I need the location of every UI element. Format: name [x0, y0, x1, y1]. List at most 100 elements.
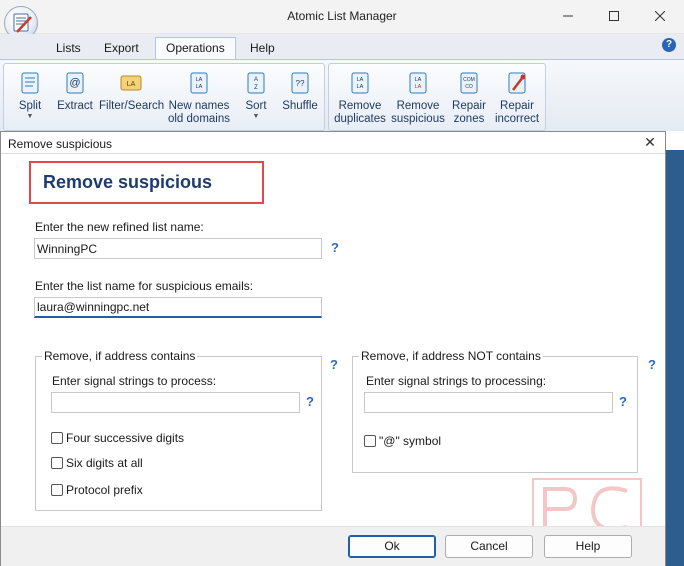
- remove-duplicates-label: Remove: [338, 100, 382, 112]
- repair-incorrect-label: Repair: [500, 100, 534, 112]
- filter-search-button[interactable]: LA Filter/Search: [99, 70, 165, 113]
- title-bar: Atomic List Manager: [0, 0, 684, 40]
- new-names-label: New names: [168, 100, 230, 112]
- ok-button[interactable]: Ok: [348, 535, 436, 558]
- sort-dropdown-icon: ▼: [252, 113, 260, 120]
- four-digits-label: Four successive digits: [66, 431, 185, 445]
- ribbon-group-clean: LA LA Remove duplicates LA LA Remove suspi…: [328, 63, 546, 131]
- close-window-button[interactable]: [637, 0, 683, 32]
- svg-text:COM: COM: [463, 77, 475, 83]
- cancel-button[interactable]: Cancel: [445, 535, 533, 558]
- suspicious-icon: LALA: [409, 72, 427, 94]
- six-digits-label: Six digits at all: [66, 456, 143, 470]
- sort-button[interactable]: AZ Sort ▼: [236, 70, 276, 121]
- repair-incorrect-button[interactable]: Repair incorrect: [491, 70, 543, 126]
- refined-list-label: Enter the new refined list name:: [35, 220, 204, 234]
- contains-signal-label: Enter signal strings to process:: [52, 374, 217, 388]
- not-contains-signal-help-icon[interactable]: ?: [619, 394, 627, 409]
- six-digits-checkbox[interactable]: Six digits at all: [51, 456, 143, 470]
- sort-icon: AZ: [247, 72, 265, 94]
- svg-text:LA: LA: [415, 77, 422, 83]
- suspicious-list-label: Enter the list name for suspicious email…: [35, 279, 254, 293]
- help-button[interactable]: Help: [544, 535, 632, 558]
- svg-text:A: A: [254, 77, 258, 83]
- extract-label: Extract: [57, 100, 93, 112]
- contains-group-title: Remove, if address contains: [42, 349, 198, 363]
- remove-duplicates-button[interactable]: LA LA Remove duplicates: [332, 70, 388, 126]
- svg-text:LA: LA: [357, 84, 364, 90]
- repair-zones-label: Repair: [452, 100, 486, 112]
- dialog-heading: Remove suspicious: [43, 172, 213, 192]
- remove-suspicious-button[interactable]: LA LA Remove suspicious: [390, 70, 446, 126]
- dialog-title: Remove suspicious: [8, 137, 113, 151]
- checkbox-box[interactable]: [51, 432, 63, 444]
- svg-text:LA: LA: [127, 81, 136, 88]
- not-contains-group-help-icon[interactable]: ?: [648, 357, 656, 372]
- menu-operations[interactable]: Operations: [155, 37, 236, 59]
- filter-search-label: Filter/Search: [99, 100, 165, 112]
- new-names-label-2: old domains: [167, 113, 230, 125]
- new-names-button[interactable]: LA LA New names old domains: [167, 70, 231, 126]
- minimize-button[interactable]: [545, 0, 591, 32]
- refined-list-help-icon[interactable]: ?: [331, 240, 339, 255]
- suspicious-list-input[interactable]: [34, 297, 322, 318]
- svg-text:LA: LA: [196, 84, 203, 90]
- svg-text:??: ??: [296, 79, 305, 88]
- svg-text:@: @: [69, 77, 80, 89]
- at-scroll-icon: @: [66, 72, 84, 94]
- contains-signal-help-icon[interactable]: ?: [306, 394, 314, 409]
- remove-duplicates-label-2: duplicates: [334, 113, 386, 125]
- contains-group: Remove, if address contains Enter signal…: [35, 349, 322, 511]
- help-icon[interactable]: ?: [662, 38, 676, 52]
- svg-text:LA: LA: [415, 84, 422, 90]
- repair-icon: [508, 72, 526, 94]
- menu-bar: Lists Export Operations Help: [0, 34, 684, 60]
- shuffle-icon: ??: [291, 72, 309, 94]
- menu-lists[interactable]: Lists: [46, 38, 91, 60]
- heading-highlight-box: Remove suspicious: [29, 161, 264, 204]
- contains-signal-input[interactable]: [51, 392, 300, 413]
- repair-zones-button[interactable]: COM CO Repair zones: [446, 70, 492, 126]
- checkbox-box[interactable]: [51, 484, 63, 496]
- checkbox-box[interactable]: [364, 435, 376, 447]
- protocol-prefix-checkbox[interactable]: Protocol prefix: [51, 483, 143, 497]
- zones-icon: COMCO: [460, 72, 478, 94]
- remove-suspicious-label-2: suspicious: [391, 113, 445, 125]
- not-contains-signal-label: Enter signal strings to processing:: [366, 374, 547, 388]
- svg-text:CO: CO: [465, 84, 473, 90]
- extract-button[interactable]: @ Extract: [53, 70, 97, 113]
- dialog-title-bar: Remove suspicious ✕: [1, 132, 665, 154]
- maximize-button[interactable]: [591, 0, 637, 32]
- at-symbol-label: "@" symbol: [379, 434, 442, 448]
- at-symbol-checkbox[interactable]: "@" symbol: [364, 434, 441, 448]
- shuffle-label: Shuffle: [282, 100, 318, 112]
- svg-text:LA: LA: [196, 77, 203, 83]
- split-dropdown-icon: ▼: [26, 113, 34, 120]
- checkbox-box[interactable]: [51, 457, 63, 469]
- protocol-prefix-label: Protocol prefix: [66, 483, 143, 497]
- repair-zones-label-2: zones: [453, 113, 485, 125]
- split-label: Split: [18, 100, 42, 112]
- not-contains-group-title: Remove, if address NOT contains: [359, 349, 543, 363]
- remove-suspicious-dialog: Remove suspicious ✕ Remove suspicious En…: [0, 131, 666, 566]
- names-scroll-icon: LALA: [190, 72, 208, 94]
- dialog-close-icon[interactable]: ✕: [641, 133, 659, 151]
- svg-text:LA: LA: [357, 77, 364, 83]
- shuffle-button[interactable]: ?? Shuffle: [279, 70, 321, 113]
- svg-text:Z: Z: [254, 85, 258, 91]
- not-contains-group: Remove, if address NOT contains Enter si…: [352, 349, 638, 473]
- sort-label: Sort: [245, 100, 267, 112]
- split-button[interactable]: Split ▼: [10, 70, 50, 121]
- dialog-button-bar: Ok Cancel Help: [1, 526, 665, 566]
- contains-group-help-icon[interactable]: ?: [330, 357, 338, 372]
- background-panel-strip: [666, 150, 684, 566]
- not-contains-signal-input[interactable]: [364, 392, 613, 413]
- refined-list-input[interactable]: [34, 238, 322, 259]
- ribbon: Split ▼ @ Extract LA Filter/Search LA LA …: [0, 59, 684, 131]
- four-digits-checkbox[interactable]: Four successive digits: [51, 431, 184, 445]
- menu-help[interactable]: Help: [240, 38, 285, 60]
- duplicates-icon: LALA: [351, 72, 369, 94]
- ribbon-group-main: Split ▼ @ Extract LA Filter/Search LA LA …: [3, 63, 325, 131]
- scroll-icon: [21, 72, 39, 94]
- menu-export[interactable]: Export: [94, 38, 149, 60]
